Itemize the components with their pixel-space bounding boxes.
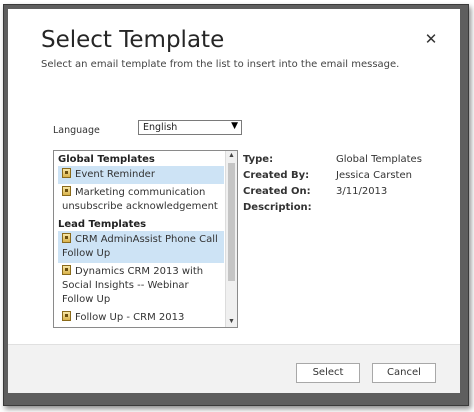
type-value: Global Templates xyxy=(336,154,422,165)
list-item[interactable]: CRM AdminAssist Phone Call Follow Up xyxy=(58,231,224,263)
select-button[interactable]: Select xyxy=(296,363,360,383)
select-template-dialog: Select Template ✕ Select an email templa… xyxy=(8,9,460,393)
created-by-value: Jessica Carsten xyxy=(336,170,412,181)
template-details: Type: Global Templates Created By: Jessi… xyxy=(243,154,453,218)
created-on-label: Created On: xyxy=(243,186,311,197)
detail-row-description: Description: xyxy=(243,202,453,218)
list-item[interactable]: Follow Up - CRM 2013 xyxy=(58,309,224,327)
dialog-title: Select Template xyxy=(41,27,225,53)
scroll-up-arrow-icon[interactable]: ▲ xyxy=(226,151,237,161)
dialog-frame: Select Template ✕ Select an email templa… xyxy=(3,4,469,406)
description-label: Description: xyxy=(243,202,312,213)
dialog-footer: Select Cancel xyxy=(8,344,460,393)
type-label: Type: xyxy=(243,154,274,165)
template-list-content: Global Templates Event Reminder Marketin… xyxy=(54,151,226,327)
template-icon xyxy=(62,186,71,196)
language-select[interactable]: English ▼ xyxy=(138,120,242,135)
detail-row-created-by: Created By: Jessica Carsten xyxy=(243,170,453,186)
template-icon xyxy=(62,311,71,321)
created-by-label: Created By: xyxy=(243,170,310,181)
detail-row-created-on: Created On: 3/11/2013 xyxy=(243,186,453,202)
language-label: Language xyxy=(53,125,100,136)
scroll-down-arrow-icon[interactable]: ▼ xyxy=(226,317,237,327)
group-header-lead: Lead Templates xyxy=(58,219,147,230)
list-item-label: Event Reminder xyxy=(75,169,155,180)
group-header-global: Global Templates xyxy=(58,154,155,165)
template-icon xyxy=(62,168,71,178)
template-icon xyxy=(62,233,71,243)
list-item-label: Marketing communication unsubscribe ackn… xyxy=(62,187,218,212)
template-list[interactable]: Global Templates Event Reminder Marketin… xyxy=(53,150,238,328)
list-scrollbar[interactable]: ▲ ▼ xyxy=(225,151,237,327)
list-item[interactable]: Dynamics CRM 2013 with Social Insights -… xyxy=(58,263,224,309)
detail-row-type: Type: Global Templates xyxy=(243,154,453,170)
list-item-label: Follow Up - CRM 2013 xyxy=(75,312,185,323)
dropdown-arrow-icon: ▼ xyxy=(231,121,238,131)
dialog-subtitle: Select an email template from the list t… xyxy=(41,59,400,70)
list-item-label: Dynamics CRM 2013 with Social Insights -… xyxy=(62,266,204,305)
template-icon xyxy=(62,265,71,275)
list-item[interactable]: Event Reminder xyxy=(58,166,224,184)
list-item-label: CRM AdminAssist Phone Call Follow Up xyxy=(62,234,218,259)
language-selected-value: English xyxy=(143,122,178,133)
created-on-value: 3/11/2013 xyxy=(336,186,388,197)
close-icon[interactable]: ✕ xyxy=(424,32,438,47)
cancel-button[interactable]: Cancel xyxy=(372,363,436,383)
list-item[interactable]: Marketing communication unsubscribe ackn… xyxy=(58,184,224,216)
scroll-thumb[interactable] xyxy=(228,163,235,281)
